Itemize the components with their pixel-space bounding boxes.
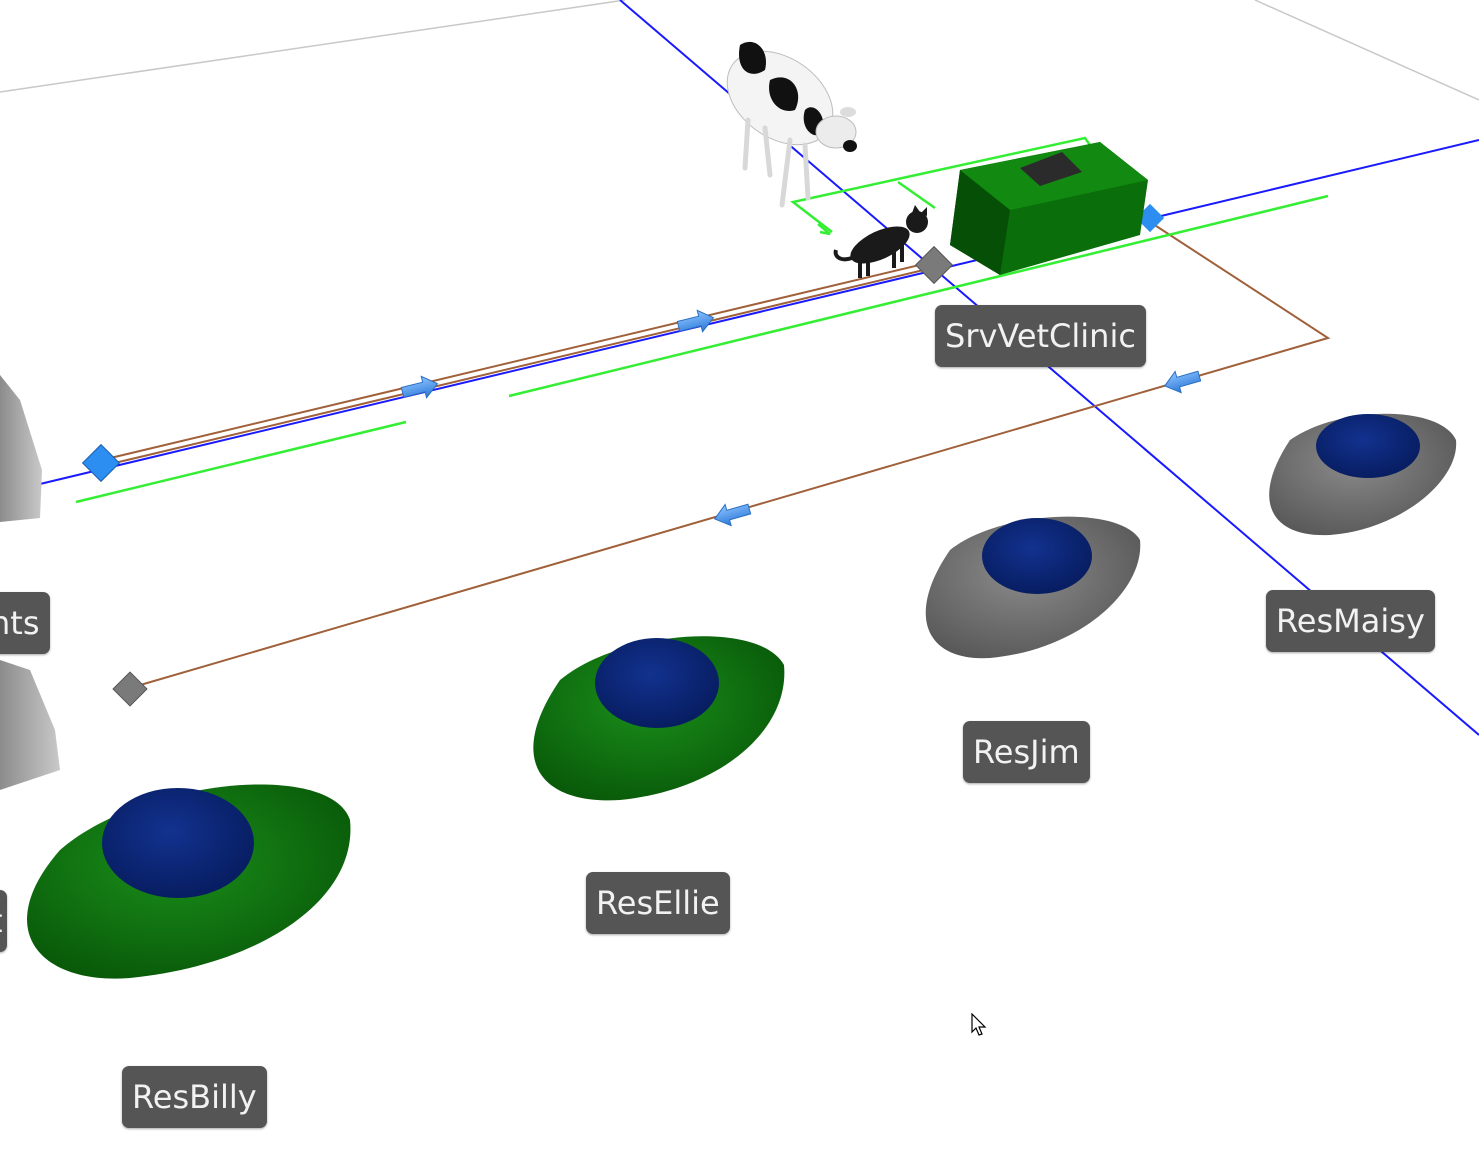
label-res-ellie[interactable]: ResEllie: [586, 872, 730, 934]
resource-ellie[interactable]: [533, 636, 785, 801]
resource-jim[interactable]: [925, 516, 1141, 659]
output-node-gray-left[interactable]: [112, 671, 148, 707]
arrow-left-icon: [713, 503, 752, 527]
brown-paths: [101, 221, 1331, 689]
resource-maisy[interactable]: [1269, 413, 1457, 536]
server-input-node[interactable]: [914, 245, 954, 285]
simulation-3d-view[interactable]: [0, 0, 1479, 1155]
left-source-object[interactable]: [0, 375, 60, 790]
label-srv-vet-clinic[interactable]: SrvVetClinic: [935, 305, 1146, 367]
label-partial-lower[interactable]: t: [0, 890, 7, 952]
arrow-right-icon: [676, 309, 715, 333]
resource-billy[interactable]: [27, 784, 351, 979]
label-res-billy[interactable]: ResBilly: [122, 1066, 267, 1128]
cursor-icon: [971, 1013, 987, 1036]
arrow-left-icon: [1163, 370, 1202, 394]
label-res-maisy[interactable]: ResMaisy: [1266, 590, 1435, 652]
label-res-jim[interactable]: ResJim: [963, 721, 1090, 783]
label-partial-upper[interactable]: nts: [0, 592, 50, 654]
cow-icon[interactable]: [710, 32, 857, 208]
arrow-right-icon: [400, 375, 439, 399]
input-node-blue[interactable]: [81, 443, 121, 483]
